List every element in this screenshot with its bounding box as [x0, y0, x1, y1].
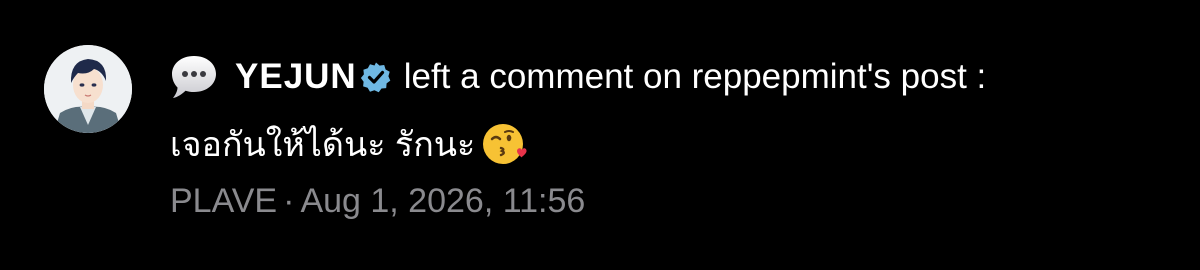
notification-meta: PLAVE · Aug 1, 2026, 11:56	[170, 182, 585, 221]
comment-notification[interactable]: YEJUN left a comment on reppepmint's pos…	[0, 0, 1200, 270]
username[interactable]: YEJUN	[235, 57, 357, 97]
notification-header: YEJUN left a comment on reppepmint's pos…	[170, 52, 1180, 102]
meta-separator: ·	[283, 182, 295, 220]
notification-action: left a comment on reppepmint's post :	[403, 57, 987, 96]
verified-badge-icon	[360, 62, 391, 93]
face-blowing-kiss-icon	[483, 124, 527, 164]
avatar[interactable]	[44, 45, 132, 133]
comment-body: เจอกันให้ได้นะ รักนะ	[170, 120, 1180, 168]
notification-content: YEJUN left a comment on reppepmint's pos…	[170, 52, 1180, 220]
avatar-illustration	[44, 45, 132, 133]
speech-bubble-icon	[172, 56, 216, 98]
comment-text: เจอกันให้ได้นะ รักนะ	[170, 126, 476, 164]
timestamp: Aug 1, 2026, 11:56	[300, 182, 586, 220]
source-label[interactable]: PLAVE	[170, 182, 277, 220]
